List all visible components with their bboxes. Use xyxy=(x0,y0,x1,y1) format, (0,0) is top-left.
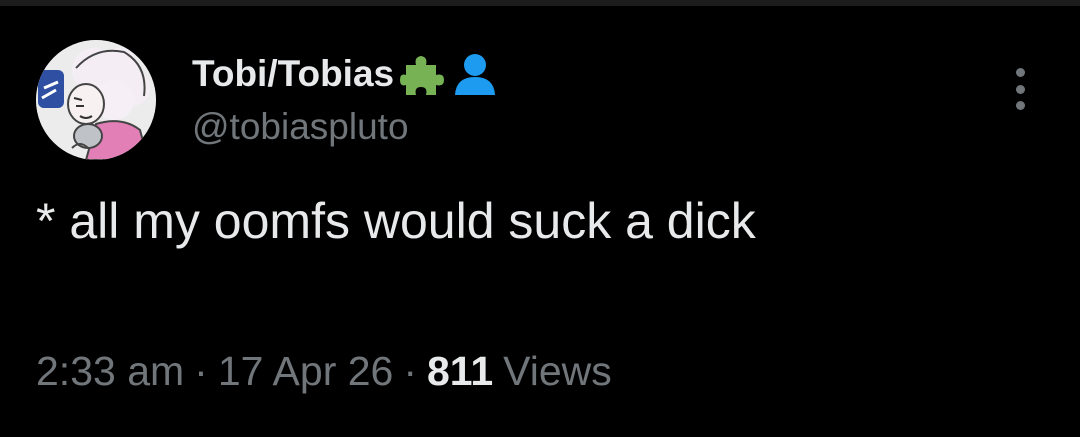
author-display-name[interactable]: Tobi/Tobias xyxy=(192,53,394,95)
more-dot xyxy=(1015,84,1025,94)
vertical-ellipsis-icon[interactable] xyxy=(1002,68,1038,110)
tweet-metadata: 2:33 am · 17 Apr 26 · 811 Views xyxy=(36,348,612,395)
separator: · xyxy=(403,348,417,394)
tweet: Tobi/Tobias @tobiaspluto * all my oomfs … xyxy=(0,0,1080,437)
avatar[interactable] xyxy=(36,40,156,160)
views-count[interactable]: 811 xyxy=(427,348,493,395)
more-dot xyxy=(1015,101,1025,110)
person-silhouette-icon xyxy=(452,51,498,97)
author-name-row: Tobi/Tobias xyxy=(192,48,498,100)
tweet-time[interactable]: 2:33 am xyxy=(36,348,184,395)
separator: · xyxy=(194,348,208,394)
author-handle[interactable]: @tobiaspluto xyxy=(192,106,409,148)
tweet-date[interactable]: 17 Apr 26 xyxy=(218,348,394,395)
views-label: Views xyxy=(503,348,612,394)
tweet-text: * all my oomfs would suck a dick xyxy=(36,193,756,249)
more-dot xyxy=(1015,68,1025,77)
puzzle-piece-icon xyxy=(400,51,446,97)
